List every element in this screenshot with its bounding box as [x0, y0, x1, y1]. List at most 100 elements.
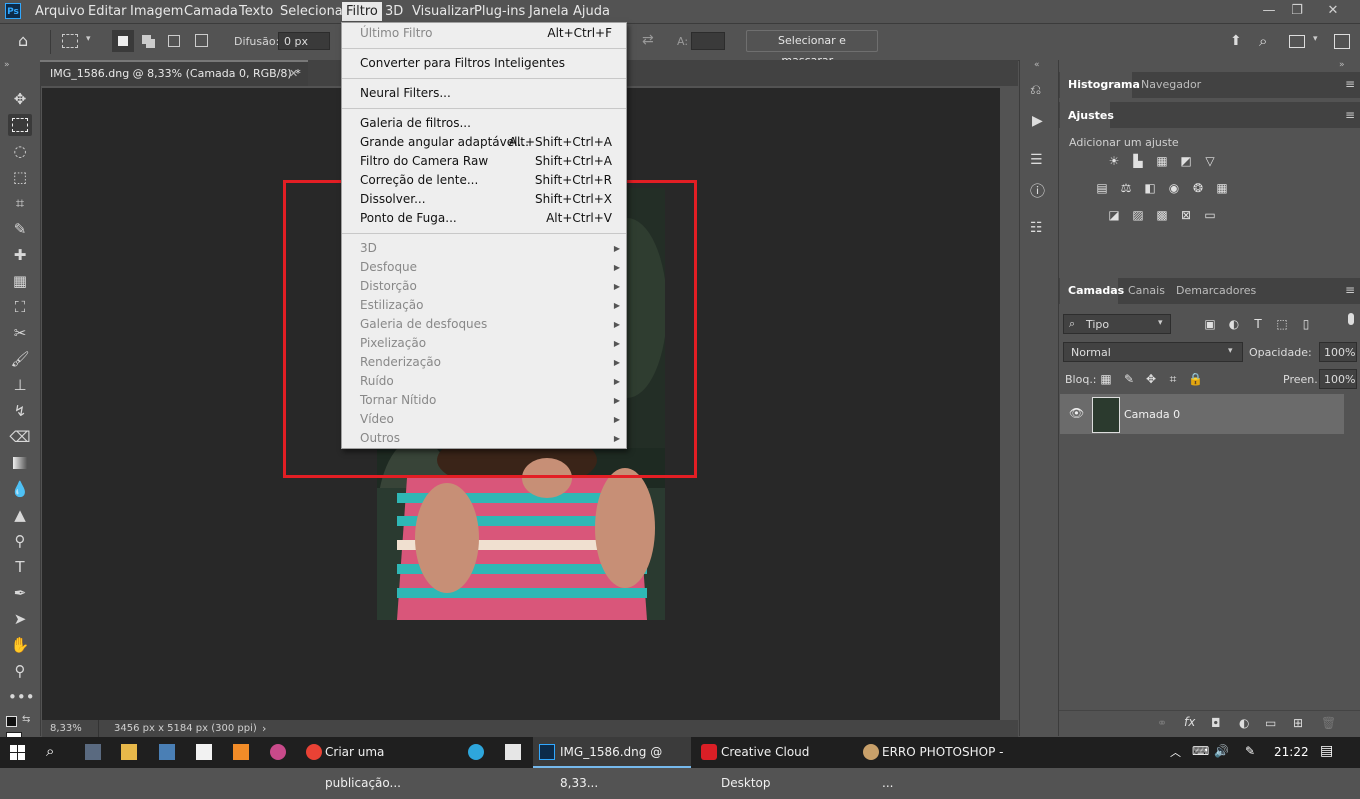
tab-histogram[interactable]: Histograma: [1060, 72, 1140, 98]
chevron-down-icon[interactable]: ▾: [86, 34, 91, 44]
notifications-icon[interactable]: ▤: [1320, 743, 1333, 759]
tab-layers[interactable]: Camadas: [1060, 278, 1124, 304]
layer-filter-dropdown[interactable]: ⌕ Tipo ▾: [1063, 314, 1171, 334]
restore-button[interactable]: ❐: [1282, 2, 1312, 20]
menu-item-vanishing-point[interactable]: Ponto de Fuga... Alt+Ctrl+V: [360, 209, 612, 228]
chevron-down-icon[interactable]: ▾: [1313, 34, 1318, 44]
tab-navigator[interactable]: Navegador: [1141, 78, 1201, 91]
submenu-sharpen[interactable]: Tornar Nítido ▶: [360, 391, 620, 410]
swap-colors-icon[interactable]: ⇆: [22, 714, 30, 725]
taskbar-creative-cloud-item[interactable]: Creative Cloud Desktop: [697, 737, 849, 790]
hand-tool-icon[interactable]: ✋: [8, 634, 32, 656]
filter-shape-icon[interactable]: ⬚: [1275, 317, 1289, 331]
menu-item-lens-correction[interactable]: Correção de lente... Shift+Ctrl+R: [360, 171, 612, 190]
menu-item-filter-gallery[interactable]: Galeria de filtros...: [360, 114, 612, 133]
type-tool-icon[interactable]: T: [8, 556, 32, 578]
posterize-icon[interactable]: ▨: [1131, 208, 1145, 222]
filter-adjustment-icon[interactable]: ◐: [1227, 317, 1241, 331]
panel-menu-icon[interactable]: ≡: [1345, 77, 1355, 91]
info-icon[interactable]: ⓘ: [1030, 180, 1045, 201]
file-explorer-icon[interactable]: [121, 744, 137, 760]
marquee-tool-icon[interactable]: [8, 114, 32, 136]
stamp-tool-icon[interactable]: ⊥: [8, 374, 32, 396]
submenu-stylize[interactable]: Estilização ▶: [360, 296, 620, 315]
collapse-icon[interactable]: »: [1339, 60, 1345, 70]
pen-icon[interactable]: ✎: [1245, 744, 1255, 758]
sharpen-tool-icon[interactable]: ▲: [8, 504, 32, 526]
eraser-tool-icon[interactable]: ⌫: [8, 426, 32, 448]
menu-visualizar[interactable]: Visualizar: [412, 4, 475, 19]
blend-mode-dropdown[interactable]: Normal ▾: [1063, 342, 1243, 362]
new-layer-icon[interactable]: ⊞: [1293, 716, 1303, 730]
curves-icon[interactable]: ▦: [1155, 154, 1169, 168]
collapse-icon[interactable]: »: [4, 60, 10, 70]
new-group-icon[interactable]: ▭: [1265, 716, 1276, 730]
taskbar-paint-item[interactable]: ERRO PHOTOSHOP - ...: [857, 737, 1015, 790]
menu-item-last-filter[interactable]: Último Filtro Alt+Ctrl+F: [360, 24, 612, 43]
search-icon[interactable]: ⌕: [1259, 32, 1267, 50]
tab-adjustments[interactable]: Ajustes: [1060, 102, 1114, 128]
fill-input[interactable]: 100%: [1319, 369, 1357, 389]
control-panel-icon[interactable]: [159, 744, 175, 760]
menu-item-convert-smart-filters[interactable]: Converter para Filtros Inteligentes: [360, 54, 612, 73]
home-icon[interactable]: ⌂: [18, 32, 38, 50]
workspace-icon[interactable]: [1289, 35, 1305, 48]
menu-ajuda[interactable]: Ajuda: [573, 4, 610, 19]
filter-type-icon[interactable]: T: [1251, 317, 1265, 331]
difusao-input[interactable]: 0 px: [278, 32, 330, 50]
clock-time[interactable]: 21:22: [1274, 745, 1309, 759]
brightness-icon[interactable]: ☀: [1107, 154, 1121, 168]
taskbar-chrome-item[interactable]: Criar uma publicação...: [300, 737, 460, 790]
calculator-icon[interactable]: [85, 744, 101, 760]
libraries-icon[interactable]: ☷: [1030, 220, 1043, 236]
volume-icon[interactable]: 🔊: [1214, 744, 1229, 758]
more-tools-icon[interactable]: •••: [8, 686, 35, 708]
filter-smart-object-icon[interactable]: ▯: [1299, 317, 1313, 331]
menu-imagem[interactable]: Imagem: [130, 4, 183, 19]
close-tab-icon[interactable]: ✕: [289, 67, 298, 80]
transform-tool-icon[interactable]: ⛶: [8, 296, 32, 318]
path-selection-tool-icon[interactable]: ➤: [8, 608, 32, 630]
channel-mixer-icon[interactable]: ❂: [1191, 181, 1205, 195]
menu-selecionar[interactable]: Selecionar: [280, 4, 348, 19]
telegram-icon[interactable]: [468, 744, 484, 760]
menu-arquivo[interactable]: Arquivo: [35, 4, 85, 19]
delete-layer-icon[interactable]: 🗑: [1321, 716, 1336, 730]
intersect-selection-icon[interactable]: [195, 34, 208, 47]
submenu-render[interactable]: Renderização ▶: [360, 353, 620, 372]
blur-tool-icon[interactable]: 💧: [8, 478, 32, 500]
chevron-up-icon[interactable]: ︿: [1170, 744, 1181, 760]
menu-3d[interactable]: 3D: [385, 4, 403, 19]
submenu-distort[interactable]: Distorção ▶: [360, 277, 620, 296]
menu-plugins[interactable]: Plug-ins: [474, 4, 525, 19]
menu-texto[interactable]: Texto: [239, 4, 273, 19]
link-layers-icon[interactable]: ⚭: [1157, 716, 1167, 730]
submenu-blur[interactable]: Desfoque ▶: [360, 258, 620, 277]
vibrance-icon[interactable]: ▽: [1203, 154, 1217, 168]
photo-filter-icon[interactable]: ◉: [1167, 181, 1181, 195]
submenu-blur-gallery[interactable]: Galeria de desfoques ▶: [360, 315, 620, 334]
lock-transparent-icon[interactable]: ▦: [1099, 372, 1113, 386]
layer-name[interactable]: Camada 0: [1124, 408, 1180, 421]
black-white-icon[interactable]: ◧: [1143, 181, 1157, 195]
hue-saturation-icon[interactable]: ▤: [1095, 181, 1109, 195]
history-brush-tool-icon[interactable]: ↯: [8, 400, 32, 422]
color-balance-icon[interactable]: ⚖: [1119, 181, 1133, 195]
menu-item-camera-raw-filter[interactable]: Filtro do Camera Raw Shift+Ctrl+A: [360, 152, 612, 171]
foreground-color-swatch[interactable]: [6, 716, 17, 727]
filter-toggle-switch[interactable]: [1348, 313, 1354, 325]
zoom-level[interactable]: 8,33%: [50, 723, 82, 734]
patch-tool-icon[interactable]: ▦: [8, 270, 32, 292]
menu-editar[interactable]: Editar: [88, 4, 127, 19]
tab-paths[interactable]: Demarcadores: [1176, 284, 1256, 297]
menu-filtro[interactable]: Filtro: [342, 2, 382, 21]
windows-start-icon[interactable]: [10, 745, 25, 760]
chevron-right-icon[interactable]: ›: [262, 722, 266, 735]
actions-play-icon[interactable]: ▶: [1032, 113, 1043, 129]
brush-tool-icon[interactable]: 🖌: [8, 348, 32, 370]
move-tool-icon[interactable]: ✥: [8, 88, 32, 110]
dodge-tool-icon[interactable]: ⚲: [8, 530, 32, 552]
close-button[interactable]: ✕: [1318, 2, 1348, 20]
exposure-icon[interactable]: ◩: [1179, 154, 1193, 168]
vlc-icon[interactable]: [233, 744, 249, 760]
